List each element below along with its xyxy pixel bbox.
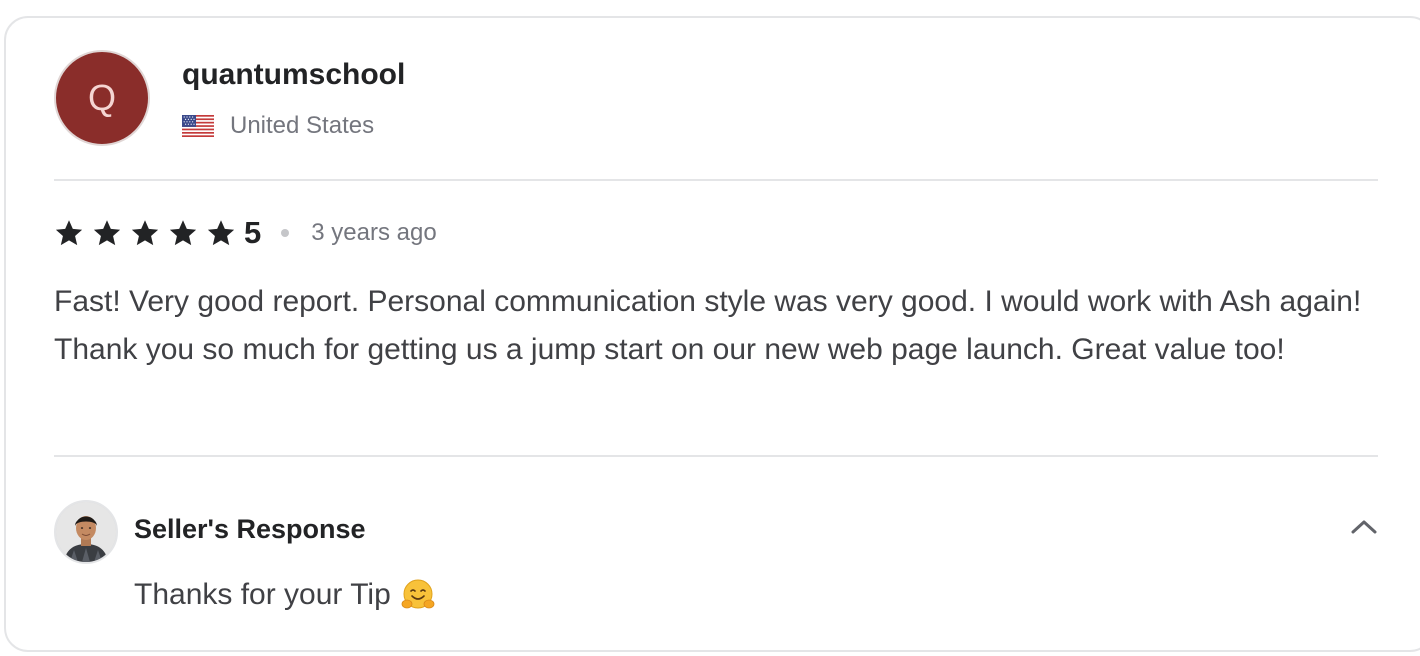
seller-response-title: Seller's Response (134, 514, 366, 544)
chevron-up-icon (1351, 520, 1377, 534)
country-name: United States (230, 112, 375, 139)
seller-response: Seller's Response Thanks for your Tip (54, 500, 1384, 630)
hugging-face-emoji-icon (401, 579, 435, 609)
review-text: Fast! Very good report. Personal communi… (54, 285, 1362, 366)
star-icon (131, 220, 159, 246)
seller-response-text: Thanks for your Tip (134, 578, 435, 612)
star-icon (55, 220, 83, 246)
review-time: 3 years ago (311, 219, 437, 246)
rating-row: 5 3 years ago (54, 212, 437, 254)
star-icon (207, 220, 235, 246)
us-flag-icon (182, 115, 214, 137)
seller-response-message: Thanks for your Tip (134, 578, 391, 611)
rating-score: 5 (244, 215, 262, 250)
star-icon (169, 220, 197, 246)
star-rating (54, 218, 244, 248)
star-icon (93, 220, 121, 246)
seller-avatar[interactable] (54, 500, 118, 564)
divider (54, 455, 1378, 457)
review-card: Q quantumschool United States 5 3 years … (4, 16, 1420, 652)
collapse-button[interactable] (1346, 512, 1382, 542)
reviewer-country: United States (182, 112, 374, 140)
reviewer-initial: Q (87, 77, 116, 118)
reviewer-avatar[interactable]: Q (54, 50, 150, 146)
divider (54, 179, 1378, 181)
reviewer-username[interactable]: quantumschool (182, 58, 405, 92)
separator-dot (281, 229, 290, 237)
seller-photo (56, 502, 116, 562)
